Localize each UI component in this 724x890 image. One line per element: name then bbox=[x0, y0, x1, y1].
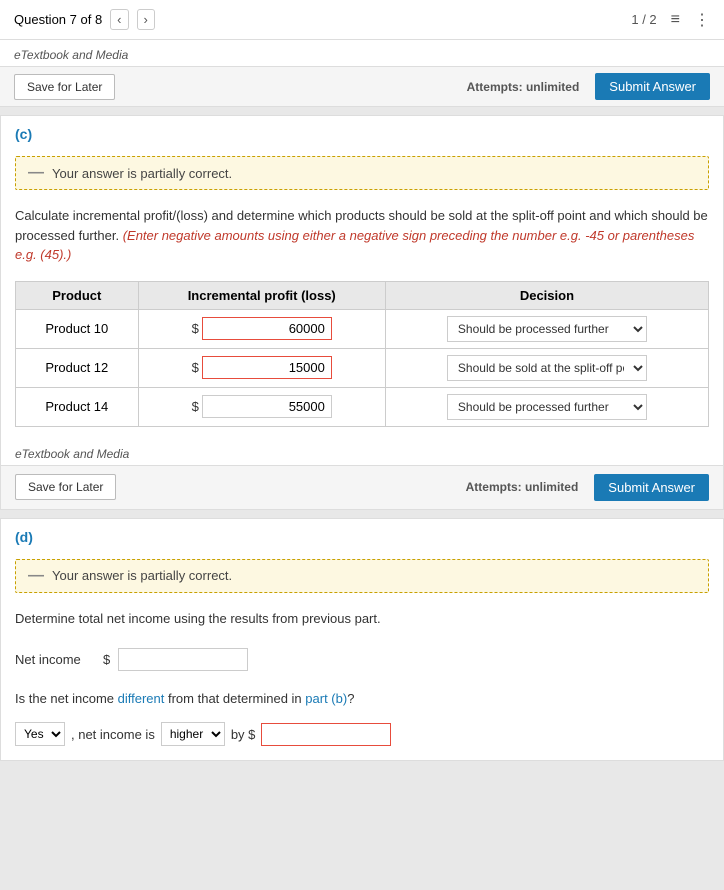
product-decision-cell: Should be processed furtherShould be sol… bbox=[385, 309, 708, 348]
page-header: Question 7 of 8 ‹ › 1 / 2 ≡ ⋮ bbox=[0, 0, 724, 40]
dollar-sign: $ bbox=[192, 321, 199, 336]
different-question: Is the net income different from that de… bbox=[1, 683, 723, 714]
table-row: Product 10 $ Should be processed furtherSh… bbox=[16, 309, 709, 348]
product-value-cell: $ bbox=[138, 348, 385, 387]
net-income-is-text: , net income is bbox=[71, 727, 155, 742]
by-text: by $ bbox=[231, 727, 256, 742]
yes-row: Yes No , net income is higher lower by $ bbox=[1, 714, 723, 760]
next-button[interactable]: › bbox=[137, 9, 155, 30]
top-section: eTextbook and Media Save for Later Attem… bbox=[0, 40, 724, 107]
product-value-cell: $ bbox=[138, 387, 385, 426]
section-c-footer: Save for Later Attempts: unlimited Submi… bbox=[1, 465, 723, 509]
product-name-cell: Product 14 bbox=[16, 387, 139, 426]
section-d-alert-text: Your answer is partially correct. bbox=[52, 568, 232, 583]
list-icon[interactable]: ≡ bbox=[671, 11, 680, 29]
decision-select[interactable]: Should be processed furtherShould be sol… bbox=[447, 394, 647, 420]
section-c-attempts: Attempts: unlimited bbox=[466, 480, 579, 494]
header-right: 1 / 2 ≡ ⋮ bbox=[631, 10, 710, 30]
decision-select[interactable]: Should be processed furtherShould be sol… bbox=[447, 316, 647, 342]
part-b-highlight: part (b) bbox=[305, 691, 347, 706]
net-income-row: Net income $ bbox=[1, 636, 723, 683]
yes-no-select[interactable]: Yes No bbox=[15, 722, 65, 746]
section-c-submit[interactable]: Submit Answer bbox=[594, 474, 709, 501]
section-d-question: Determine total net income using the res… bbox=[1, 601, 723, 637]
table-row: Product 14 $ Should be processed furtherSh… bbox=[16, 387, 709, 426]
section-c-panel: (c) — Your answer is partially correct. … bbox=[0, 115, 724, 510]
top-submit-button[interactable]: Submit Answer bbox=[595, 73, 710, 100]
table-row: Product 12 $ Should be processed furtherSh… bbox=[16, 348, 709, 387]
partial-minus-icon: — bbox=[28, 165, 44, 181]
section-c-question: Calculate incremental profit/(loss) and … bbox=[1, 198, 723, 273]
prev-button[interactable]: ‹ bbox=[110, 9, 128, 30]
col-header-product: Product bbox=[16, 281, 139, 309]
product-name-cell: Product 10 bbox=[16, 309, 139, 348]
col-header-decision: Decision bbox=[385, 281, 708, 309]
section-d-alert: — Your answer is partially correct. bbox=[15, 559, 709, 593]
section-c-alert: — Your answer is partially correct. bbox=[15, 156, 709, 190]
top-attempts-label: Attempts: unlimited bbox=[467, 80, 580, 94]
section-c-save-later[interactable]: Save for Later bbox=[15, 474, 116, 500]
product-name-cell: Product 12 bbox=[16, 348, 139, 387]
section-d-label: (d) bbox=[1, 519, 723, 551]
net-income-input[interactable] bbox=[118, 648, 248, 671]
product-table: Product Incremental profit (loss) Decisi… bbox=[15, 281, 709, 427]
section-d-panel: (d) — Your answer is partially correct. … bbox=[0, 518, 724, 762]
pagination-label: 1 / 2 bbox=[631, 12, 656, 27]
net-income-label: Net income bbox=[15, 652, 95, 667]
product-decision-cell: Should be processed furtherShould be sol… bbox=[385, 348, 708, 387]
decision-select[interactable]: Should be processed furtherShould be sol… bbox=[447, 355, 647, 381]
more-icon[interactable]: ⋮ bbox=[694, 10, 710, 30]
higher-lower-select[interactable]: higher lower bbox=[161, 722, 225, 746]
section-c-etextbook: eTextbook and Media bbox=[1, 439, 723, 465]
top-etextbook-label: eTextbook and Media bbox=[0, 40, 724, 66]
product-value-input[interactable] bbox=[202, 395, 332, 418]
header-left: Question 7 of 8 ‹ › bbox=[14, 9, 155, 30]
different-highlight: different bbox=[118, 691, 165, 706]
section-d-minus-icon: — bbox=[28, 568, 44, 584]
top-footer: Save for Later Attempts: unlimited Submi… bbox=[0, 66, 724, 106]
product-value-cell: $ bbox=[138, 309, 385, 348]
section-c-label: (c) bbox=[1, 116, 723, 148]
dollar-sign: $ bbox=[192, 360, 199, 375]
top-save-later-button[interactable]: Save for Later bbox=[14, 74, 115, 100]
by-amount-input[interactable] bbox=[261, 723, 391, 746]
col-header-incremental: Incremental profit (loss) bbox=[138, 281, 385, 309]
dollar-sign: $ bbox=[192, 399, 199, 414]
product-value-input[interactable] bbox=[202, 356, 332, 379]
product-value-input[interactable] bbox=[202, 317, 332, 340]
net-income-dollar: $ bbox=[103, 652, 110, 667]
section-c-alert-text: Your answer is partially correct. bbox=[52, 166, 232, 181]
page-title: Question 7 of 8 bbox=[14, 12, 102, 27]
product-decision-cell: Should be processed furtherShould be sol… bbox=[385, 387, 708, 426]
